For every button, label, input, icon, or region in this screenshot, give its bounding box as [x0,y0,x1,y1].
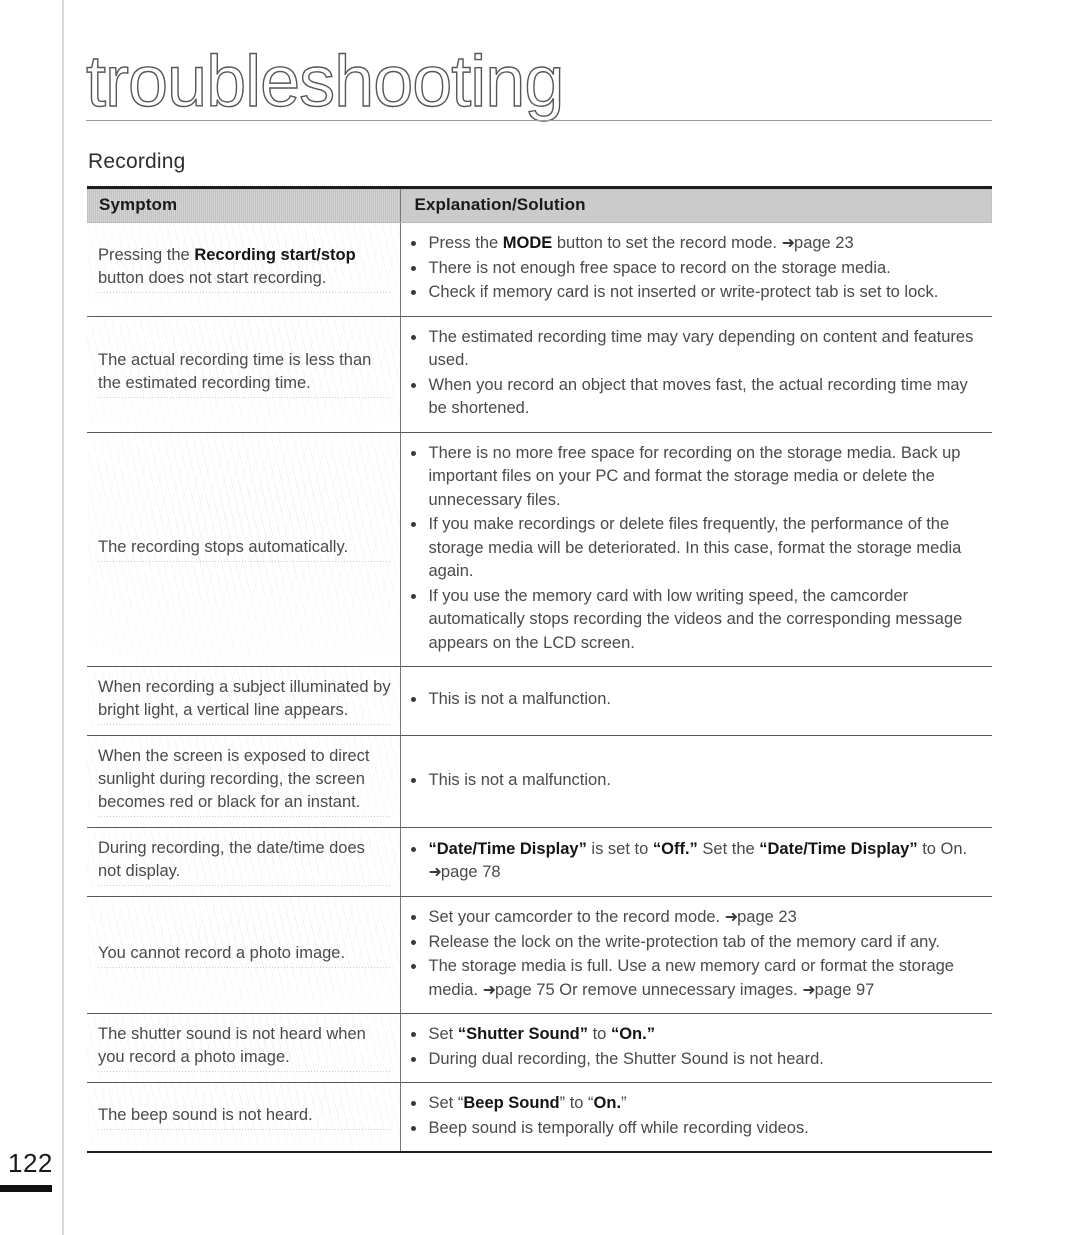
troubleshooting-table: Symptom Explanation/Solution Pressing th… [87,186,992,1153]
explanation-cell: This is not a malfunction. [399,735,992,828]
symptom-text: The actual recording time is less than t… [98,351,392,398]
title-divider [86,120,992,121]
solution-list: There is no more free space for recordin… [401,442,983,656]
table-header: Symptom Explanation/Solution [87,186,992,223]
symptom-cell: When the screen is exposed to direct sun… [87,735,400,828]
solution-list: The estimated recording time may vary de… [401,326,983,421]
section-heading: Recording [88,150,186,173]
solution-item: Check if memory card is not inserted or … [401,281,983,305]
solution-list: This is not a malfunction. [401,769,983,793]
table-header-row: Symptom Explanation/Solution [87,186,992,223]
table-row: Pressing the Recording start/stop button… [87,222,992,317]
symptom-text: The shutter sound is not heard when you … [98,1025,392,1072]
symptom-cell: During recording, the date/time does not… [87,827,400,897]
symptom-cell: The beep sound is not heard. [87,1082,400,1153]
symptom-text: During recording, the date/time does not… [98,839,392,886]
table-row: You cannot record a photo image. Set your… [87,896,992,1014]
table-row: The recording stops automatically. There … [87,432,992,667]
explanation-cell: Set “Shutter Sound” to “On.” During dual … [399,1013,992,1083]
table-row: When the screen is exposed to direct sun… [87,735,992,828]
solution-list: Set your camcorder to the record mode. ➜… [401,906,983,1002]
table-body: Pressing the Recording start/stop button… [87,222,992,1153]
solution-list: Set “Shutter Sound” to “On.” During dual … [401,1023,983,1071]
solution-list: “Date/Time Display” is set to “Off.” Set… [401,838,983,885]
explanation-cell: There is no more free space for recordin… [399,432,992,667]
table-row: During recording, the date/time does not… [87,827,992,897]
solution-item: The estimated recording time may vary de… [401,326,983,373]
column-header-explanation: Explanation/Solution [399,186,992,223]
symptom-text: When the screen is exposed to direct sun… [98,747,392,817]
symptom-text: You cannot record a photo image. [98,944,392,968]
solution-item: This is not a malfunction. [401,769,983,793]
page-title: troubleshooting [85,42,565,122]
page-number-bar [0,1185,52,1192]
solution-item: During dual recording, the Shutter Sound… [401,1048,983,1072]
symptom-text: Pressing the Recording start/stop button… [98,246,392,293]
solution-item: The storage media is full. Use a new mem… [401,955,983,1002]
page-number: 122 [8,1148,53,1178]
symptom-cell: You cannot record a photo image. [87,896,400,1014]
solution-item: Beep sound is temporally off while recor… [401,1117,983,1141]
solution-list: Press the MODE button to set the record … [401,232,983,305]
symptom-cell: The actual recording time is less than t… [87,316,400,433]
solution-item: There is no more free space for recordin… [401,442,983,513]
solution-item: Set “Shutter Sound” to “On.” [401,1023,983,1047]
symptom-text: The recording stops automatically. [98,538,392,562]
solution-item: Press the MODE button to set the record … [401,232,983,256]
solution-item: “Date/Time Display” is set to “Off.” Set… [401,838,983,885]
explanation-cell: Press the MODE button to set the record … [399,222,992,317]
explanation-cell: This is not a malfunction. [399,666,992,736]
symptom-cell: When recording a subject illuminated by … [87,666,400,736]
explanation-cell: The estimated recording time may vary de… [399,316,992,433]
solution-item: When you record an object that moves fas… [401,374,983,421]
symptom-cell: The shutter sound is not heard when you … [87,1013,400,1083]
explanation-cell: “Date/Time Display” is set to “Off.” Set… [399,827,992,897]
symptom-text: When recording a subject illuminated by … [98,678,392,725]
solution-item: Set “Beep Sound” to “On.” [401,1092,983,1116]
table-row: The beep sound is not heard. Set “Beep So… [87,1082,992,1153]
solution-item: If you use the memory card with low writ… [401,585,983,656]
column-header-symptom: Symptom [87,186,400,223]
table-row: The shutter sound is not heard when you … [87,1013,992,1083]
table-row: When recording a subject illuminated by … [87,666,992,736]
symptom-cell: The recording stops automatically. [87,432,400,667]
solution-item: There is not enough free space to record… [401,257,983,281]
table-row: The actual recording time is less than t… [87,316,992,433]
troubleshooting-table-wrapper: Symptom Explanation/Solution Pressing th… [87,186,992,1153]
page-spine-line [62,0,64,1235]
symptom-text: The beep sound is not heard. [98,1106,392,1130]
solution-item: Release the lock on the write-protection… [401,931,983,955]
solution-item: If you make recordings or delete files f… [401,513,983,584]
solution-item: This is not a malfunction. [401,688,983,712]
solution-list: This is not a malfunction. [401,688,983,712]
explanation-cell: Set your camcorder to the record mode. ➜… [399,896,992,1014]
symptom-cell: Pressing the Recording start/stop button… [87,222,400,317]
explanation-cell: Set “Beep Sound” to “On.” Beep sound is t… [399,1082,992,1153]
solution-item: Set your camcorder to the record mode. ➜… [401,906,983,930]
solution-list: Set “Beep Sound” to “On.” Beep sound is t… [401,1092,983,1140]
